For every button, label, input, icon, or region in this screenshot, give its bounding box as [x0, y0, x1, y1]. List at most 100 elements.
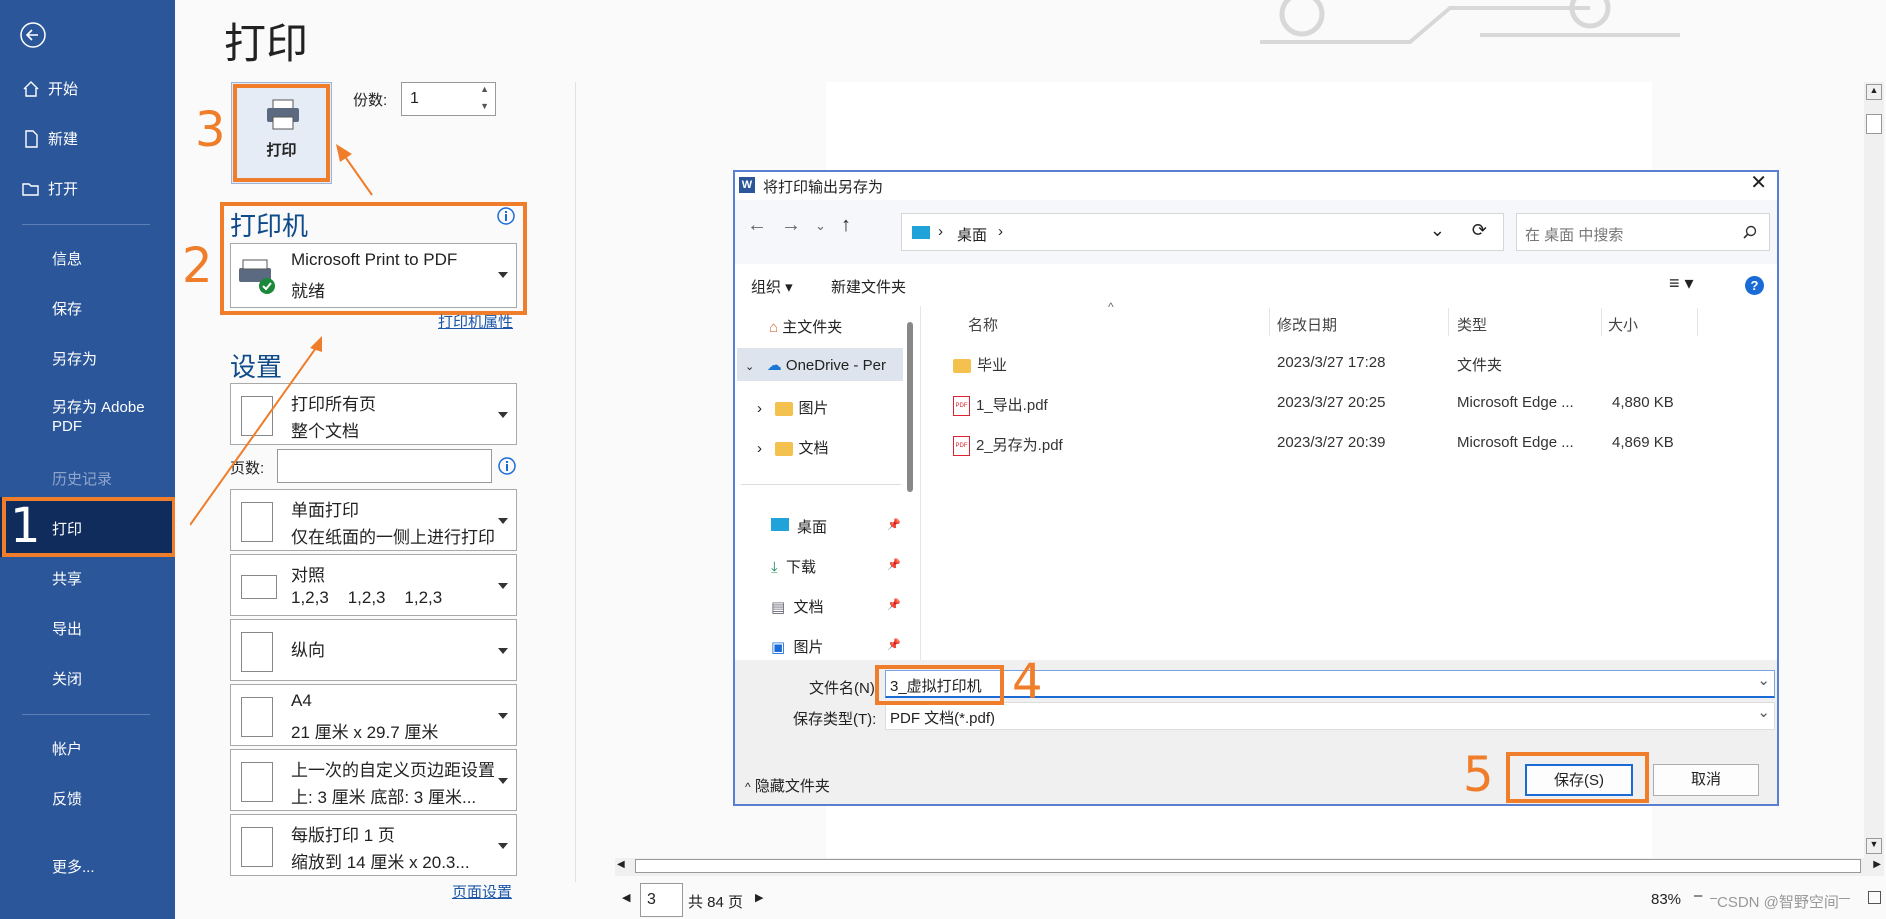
col-type[interactable]: 类型 [1457, 314, 1487, 335]
prev-page-icon[interactable]: ◀ [622, 891, 630, 904]
breadcrumb-desktop[interactable]: 桌面 [957, 224, 987, 245]
scroll-thumb[interactable] [635, 859, 1861, 873]
nav-open[interactable]: 打开 [22, 178, 78, 199]
nav-save-as-adobe-pdf[interactable]: 另存为 Adobe PDF [52, 398, 162, 436]
help-icon[interactable]: ? [1745, 276, 1764, 295]
nav-scroll-thumb[interactable] [907, 322, 913, 492]
preview-horizontal-scrollbar[interactable]: ◀ ▶ [615, 858, 1884, 876]
save-as-dialog: W 将打印输出另存为 ✕ ← → ⌄ ↑ › 桌面 › ⌄ ⟳ 在 桌面 中搜索… [733, 170, 1779, 806]
fit-page-icon[interactable] [1868, 891, 1881, 904]
address-bar[interactable]: › 桌面 › ⌄ ⟳ [901, 213, 1504, 251]
nav-label: 新建 [48, 131, 79, 148]
nav-divider [22, 714, 150, 715]
scroll-right-icon[interactable]: ▶ [1873, 859, 1881, 870]
nav-save-as[interactable]: 另存为 [52, 348, 97, 369]
nav-account[interactable]: 帐户 [52, 738, 82, 759]
pin-icon[interactable]: 📌 [887, 518, 901, 531]
nav-label: 帐户 [52, 741, 83, 758]
scroll-up-icon[interactable]: ▲ [1866, 84, 1882, 100]
pin-icon[interactable]: 📌 [887, 558, 901, 571]
col-size[interactable]: 大小 [1608, 314, 1638, 335]
nav-save[interactable]: 保存 [52, 298, 82, 319]
filetype-value: PDF 文档(*.pdf) [890, 710, 996, 727]
file-row-date: 2023/3/27 17:28 [1277, 354, 1386, 371]
search-box[interactable]: 在 桌面 中搜索 [1516, 213, 1770, 251]
collate-label: 对照 [291, 566, 325, 585]
nav-onedrive[interactable]: ⌄ ☁ OneDrive - Per [745, 356, 886, 374]
nav-label: 图片 [798, 400, 829, 417]
close-icon[interactable]: ✕ [1750, 170, 1767, 195]
quick-downloads[interactable]: ⤓ 下载 [771, 556, 816, 577]
quick-pictures[interactable]: ▣ 图片 [771, 636, 824, 657]
nav-more[interactable]: 更多... [52, 856, 95, 877]
back-arrow-icon[interactable] [20, 22, 46, 48]
refresh-icon[interactable]: ⟳ [1472, 220, 1487, 241]
chevron-down-icon[interactable]: ▼ [480, 101, 489, 111]
nav-pictures[interactable]: › 图片 [757, 397, 829, 418]
scroll-thumb[interactable] [1866, 114, 1882, 134]
preview-vertical-scrollbar[interactable]: ▲ ▼ [1864, 82, 1884, 858]
nav-share[interactable]: 共享 [52, 568, 82, 589]
hide-folders-label: 隐藏文件夹 [754, 778, 830, 795]
col-date[interactable]: 修改日期 [1277, 314, 1337, 335]
back-arrow-icon[interactable]: ← [747, 214, 767, 237]
backstage-sidebar: 开始 新建 打开 信息 保存 另存为 另存为 Adobe PDF 历史记录 打印… [0, 0, 175, 919]
orientation-label: 纵向 [291, 641, 325, 660]
quick-desktop[interactable]: 桌面 [771, 516, 827, 537]
chevron-down-icon[interactable]: ⌄ [1757, 703, 1770, 721]
hide-folders-toggle[interactable]: ^ 隐藏文件夹 [745, 775, 830, 796]
paper-size-dropdown[interactable]: A4 21 厘米 x 29.7 厘米 [230, 684, 517, 746]
pin-icon[interactable]: 📌 [887, 638, 901, 651]
printer-properties-link[interactable]: 打印机属性 [438, 311, 513, 332]
nav-home-folder[interactable]: ⌂ 主文件夹 [769, 316, 842, 337]
next-page-icon[interactable]: ▶ [755, 891, 763, 904]
nav-documents[interactable]: › 文档 [757, 437, 829, 458]
file-row-name[interactable]: PDF 1_导出.pdf [953, 394, 1048, 417]
folder-icon [774, 442, 793, 457]
nav-new[interactable]: 新建 [22, 128, 78, 149]
pin-icon[interactable]: 📌 [887, 598, 901, 611]
file-row-size: 4,869 KB [1612, 434, 1674, 451]
cloud-icon: ☁ [766, 357, 782, 374]
copies-value: 1 [410, 90, 419, 107]
view-list-icon[interactable]: ≡ ▾ [1669, 273, 1694, 294]
margins-dropdown[interactable]: 上一次的自定义页边距设置 上: 3 厘米 底部: 3 厘米... [230, 749, 517, 811]
breadcrumb-sep: › [998, 223, 1003, 240]
page-setup-link[interactable]: 页面设置 [452, 881, 512, 902]
chevron-up-icon[interactable]: ▲ [480, 84, 489, 94]
download-icon: ⤓ [771, 559, 778, 576]
nav-label: 文档 [793, 599, 824, 616]
nav-feedback[interactable]: 反馈 [52, 788, 82, 809]
nav-info[interactable]: 信息 [52, 248, 82, 269]
info-icon[interactable] [497, 456, 517, 476]
forward-arrow-icon[interactable]: → [781, 214, 801, 237]
up-arrow-icon[interactable]: ↑ [841, 214, 851, 237]
nav-label: 下载 [785, 559, 816, 576]
pages-per-sheet-dropdown[interactable]: 每版打印 1 页 缩放到 14 厘米 x 20.3... [230, 814, 517, 876]
page-number-input[interactable]: 3 [640, 883, 683, 917]
scroll-down-icon[interactable]: ▼ [1866, 838, 1882, 854]
file-row-size: 4,880 KB [1612, 394, 1674, 411]
organize-menu[interactable]: 组织 ▾ [751, 276, 793, 297]
chevron-down-icon[interactable]: ⌄ [1430, 220, 1445, 241]
copies-stepper[interactable]: 1 ▲ ▼ [401, 82, 496, 116]
history-chevron-icon[interactable]: ⌄ [815, 218, 826, 234]
file-row-name[interactable]: 毕业 [953, 354, 1007, 375]
nav-home[interactable]: 开始 [22, 78, 78, 99]
zoom-out-icon[interactable]: – [1694, 887, 1702, 904]
nav-close[interactable]: 关闭 [52, 668, 82, 689]
new-folder-button[interactable]: 新建文件夹 [831, 276, 906, 297]
quick-documents[interactable]: ▤ 文档 [771, 596, 824, 617]
collate-dropdown[interactable]: 对照 1,2,3 1,2,3 1,2,3 [230, 554, 517, 616]
orientation-dropdown[interactable]: 纵向 [230, 619, 517, 681]
nav-label: 更多... [52, 859, 95, 876]
scroll-left-icon[interactable]: ◀ [617, 859, 625, 870]
chevron-down-icon [498, 583, 508, 589]
nav-export[interactable]: 导出 [52, 618, 82, 639]
col-name[interactable]: 名称 [968, 314, 998, 335]
chevron-down-icon[interactable]: ⌄ [1757, 671, 1770, 689]
cancel-button[interactable]: 取消 [1653, 764, 1759, 796]
col-divider [1269, 308, 1270, 336]
chevron-right-icon: › [757, 400, 762, 417]
file-row-name[interactable]: PDF 2_另存为.pdf [953, 434, 1063, 457]
